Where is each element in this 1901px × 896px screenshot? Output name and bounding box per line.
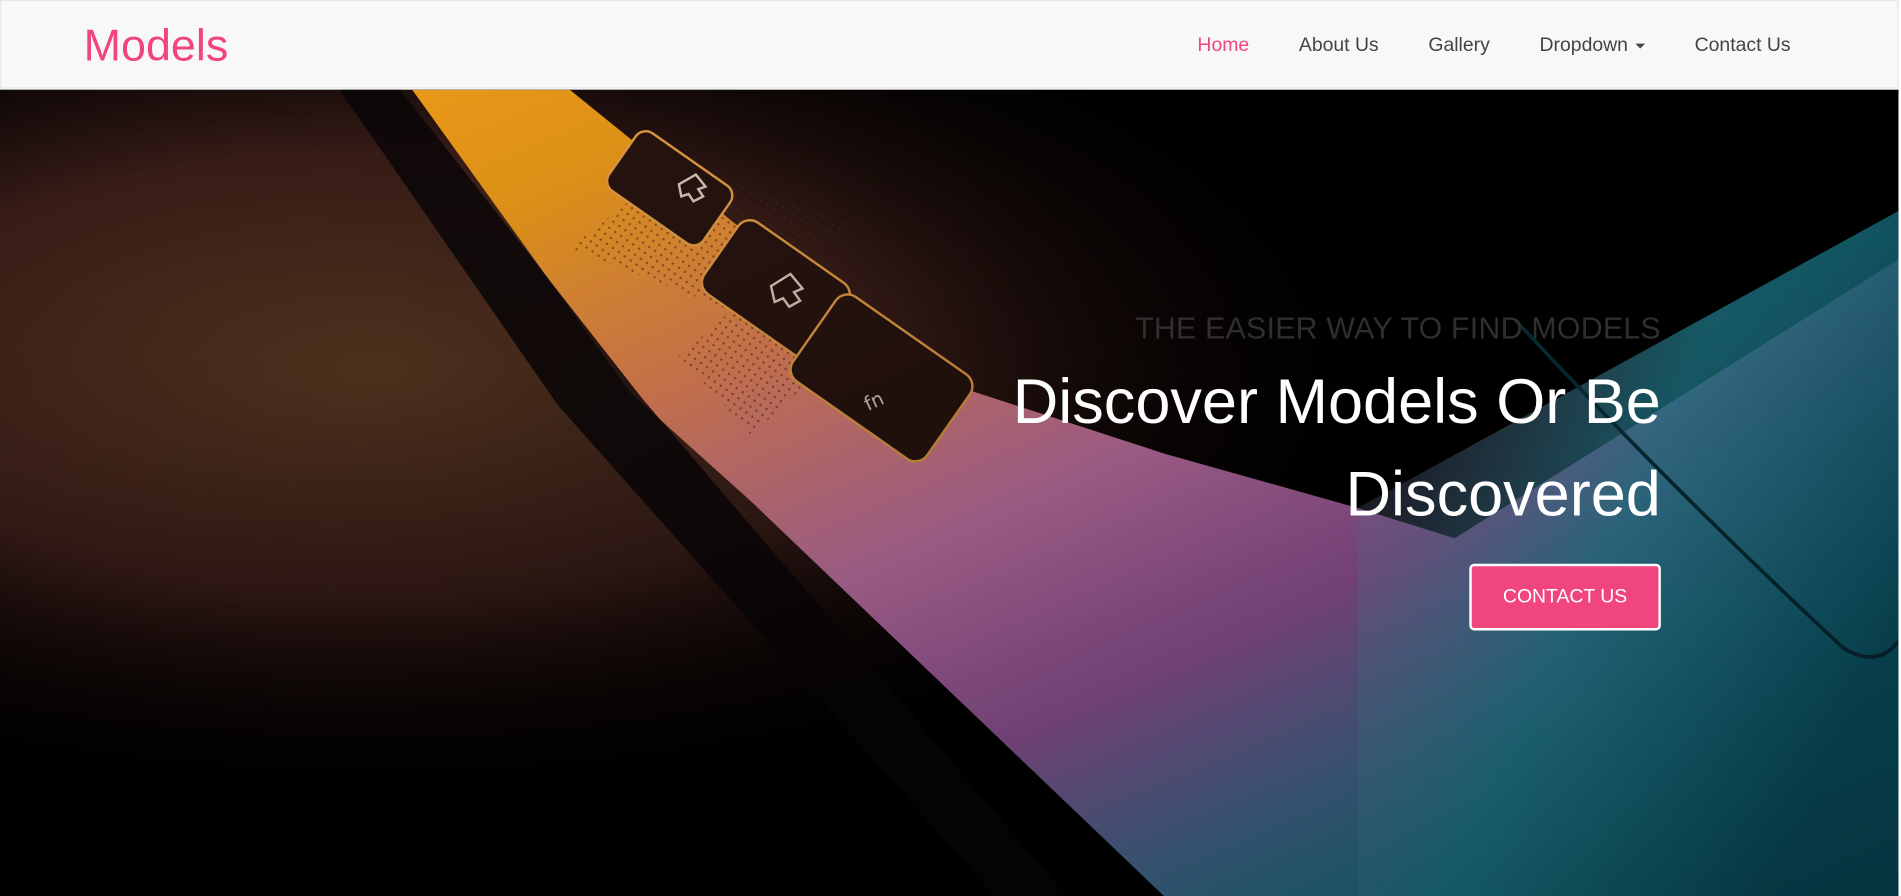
caret-down-icon (1635, 43, 1645, 48)
nav-item-gallery[interactable]: Gallery (1428, 35, 1489, 57)
nav-item-home[interactable]: Home (1197, 35, 1249, 57)
brand-logo[interactable]: Models (84, 21, 229, 72)
main-nav: Home About Us Gallery Dropdown Contact U… (1148, 1, 1791, 90)
page-inner: Models Home About Us Gallery Dropdown Co… (0, 0, 1901, 896)
nav-item-dropdown[interactable]: Dropdown (1540, 35, 1645, 57)
hero-tagline: THE EASIER WAY TO FIND MODELS (1135, 311, 1661, 346)
navbar: Models Home About Us Gallery Dropdown Co… (0, 0, 1899, 90)
nav-item-dropdown-label: Dropdown (1539, 34, 1628, 56)
hero-section: fn THE EASIER WAY TO FIND MODELS Discove… (0, 89, 1899, 896)
page: Models Home About Us Gallery Dropdown Co… (0, 0, 1901, 896)
contact-us-button[interactable]: CONTACT US (1469, 563, 1661, 631)
nav-item-contact-us[interactable]: Contact Us (1695, 35, 1791, 57)
nav-item-about-us[interactable]: About Us (1299, 35, 1379, 57)
hero-headline: Discover Models Or Be Discovered (1012, 367, 1661, 530)
